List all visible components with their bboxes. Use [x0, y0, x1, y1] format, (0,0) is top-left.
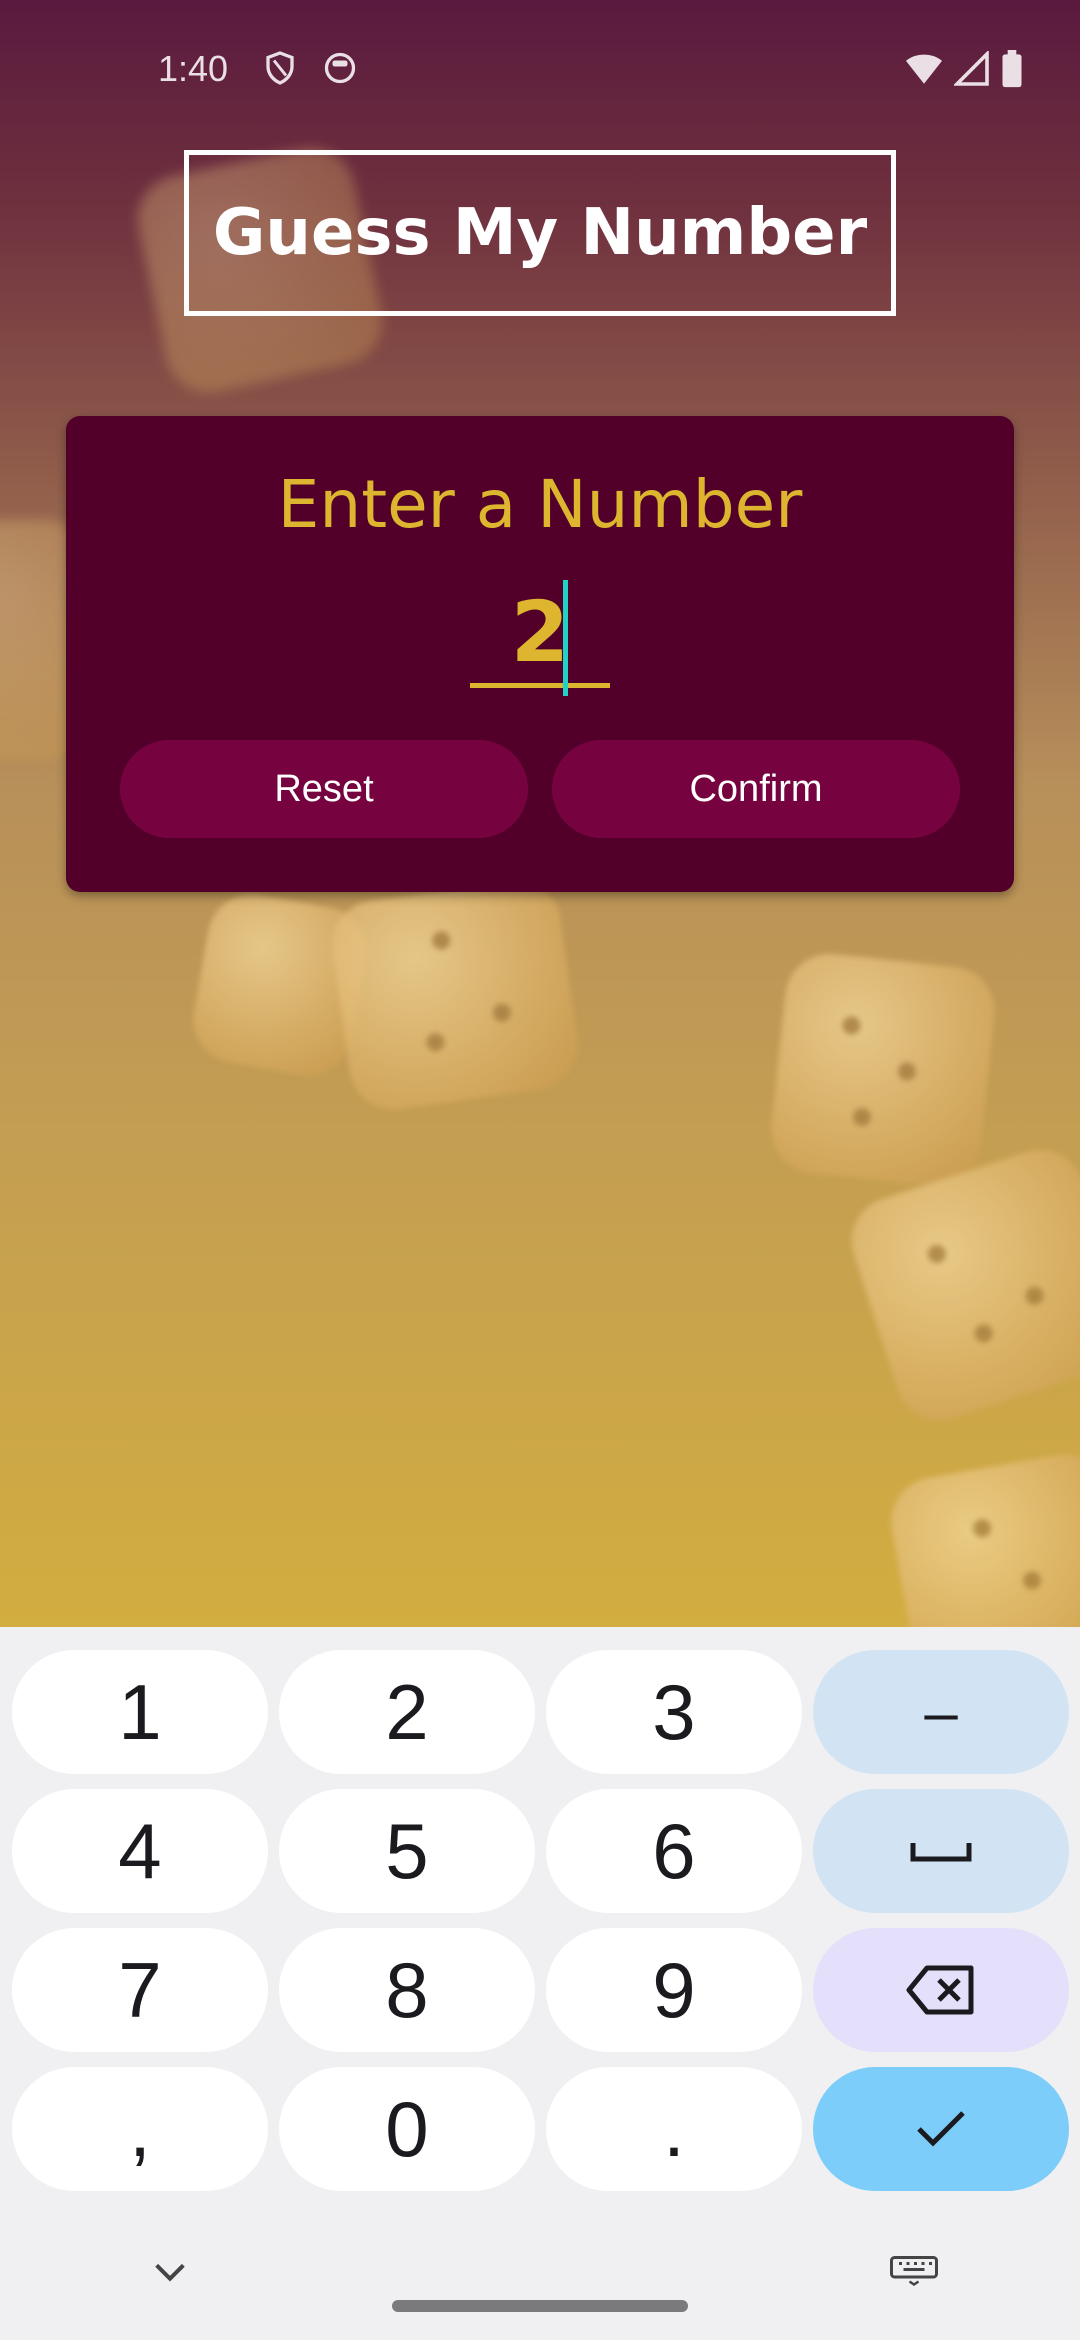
app-screen: 1:40 Guess My Number Enter a Number 2 Re… — [0, 0, 1080, 1627]
key-2[interactable]: 2 — [279, 1650, 535, 1774]
text-caret — [563, 580, 568, 696]
card-heading: Enter a Number — [277, 466, 803, 543]
status-bar: 1:40 — [0, 0, 1080, 140]
key-0[interactable]: 0 — [279, 2067, 535, 2191]
background-die — [840, 1138, 1080, 1432]
key-7[interactable]: 7 — [12, 1928, 268, 2052]
comma-key[interactable]: , — [12, 2067, 268, 2191]
status-time: 1:40 — [158, 48, 229, 89]
chevron-down-icon[interactable] — [150, 2252, 190, 2292]
battery-icon — [1002, 50, 1022, 88]
key-9[interactable]: 9 — [546, 1928, 802, 2052]
minus-key[interactable]: – — [813, 1650, 1069, 1774]
status-right-icons — [904, 50, 1024, 88]
numeric-keyboard: 1 2 3 – 4 5 6 7 8 9 , 0 . — [0, 1627, 1080, 2340]
key-8[interactable]: 8 — [279, 1928, 535, 2052]
enter-key[interactable] — [813, 2067, 1069, 2191]
space-bar-icon — [910, 1843, 972, 1862]
wifi-icon — [906, 54, 942, 84]
page-title: Guess My Number — [212, 196, 868, 270]
shield-icon — [266, 51, 294, 85]
number-input-card: Enter a Number 2 Reset Confirm — [66, 416, 1014, 892]
robot-face-icon — [324, 52, 356, 84]
period-key[interactable]: . — [546, 2067, 802, 2191]
number-input[interactable]: 2 — [470, 576, 610, 688]
checkmark-icon — [917, 2111, 965, 2147]
background-die — [767, 949, 999, 1191]
key-6[interactable]: 6 — [546, 1789, 802, 1913]
space-key[interactable] — [813, 1789, 1069, 1913]
key-4[interactable]: 4 — [12, 1789, 268, 1913]
backspace-icon — [906, 1965, 974, 2015]
key-5[interactable]: 5 — [279, 1789, 535, 1913]
key-3[interactable]: 3 — [546, 1650, 802, 1774]
confirm-button[interactable]: Confirm — [552, 740, 960, 838]
background-die — [326, 875, 584, 1115]
cell-signal-icon — [954, 51, 989, 86]
minus-icon: – — [924, 1678, 958, 1746]
key-1[interactable]: 1 — [12, 1650, 268, 1774]
keyboard-icon[interactable] — [890, 2256, 938, 2286]
backspace-key[interactable] — [813, 1928, 1069, 2052]
background-die — [884, 1447, 1080, 1627]
title-box: Guess My Number — [184, 150, 896, 316]
reset-button[interactable]: Reset — [120, 740, 528, 838]
home-indicator[interactable] — [392, 2300, 688, 2312]
number-input-value: 2 — [510, 583, 570, 681]
